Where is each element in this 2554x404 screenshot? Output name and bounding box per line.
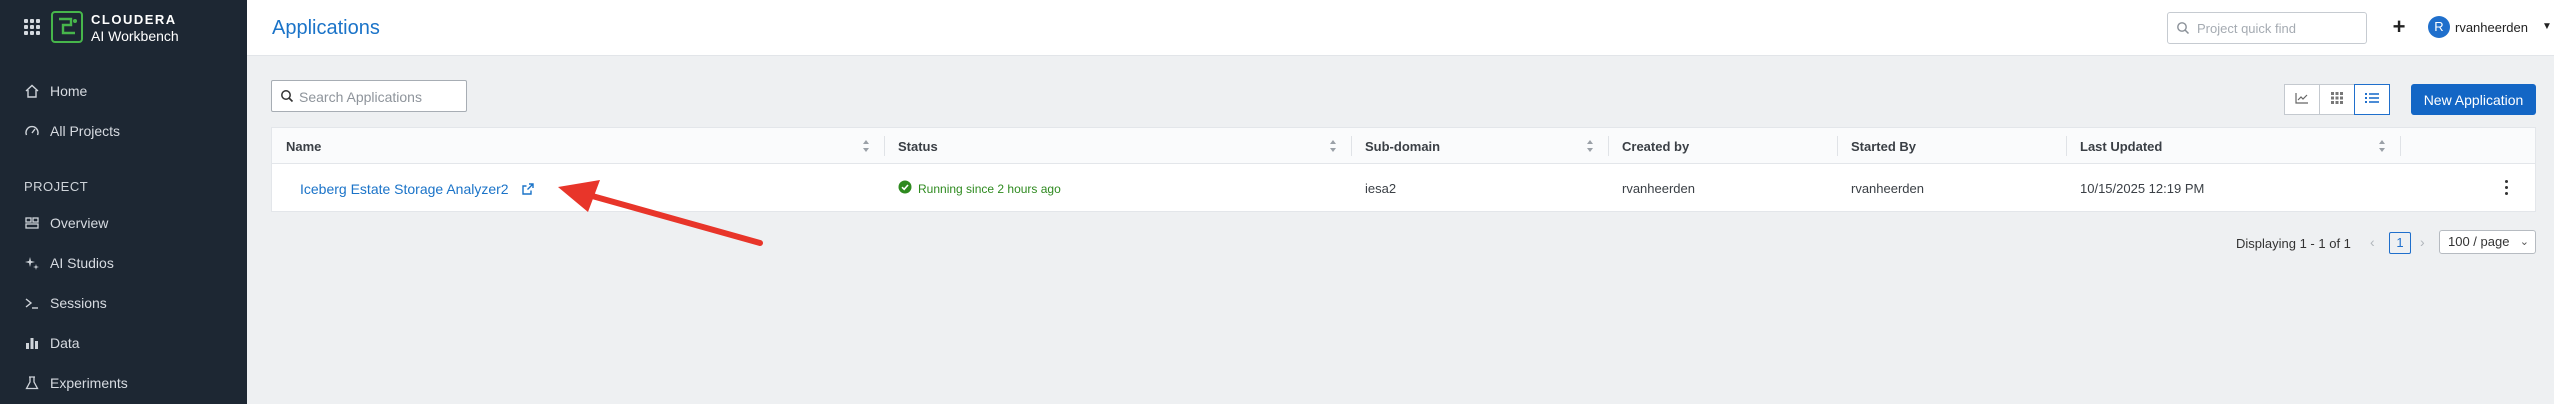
search-applications-placeholder: Search Applications xyxy=(299,89,422,105)
avatar[interactable]: R xyxy=(2428,16,2450,38)
sidebar-item-label: All Projects xyxy=(50,123,121,139)
cell-name: Iceberg Estate Storage Analyzer2 xyxy=(286,164,884,213)
search-applications-input[interactable]: Search Applications xyxy=(271,80,467,112)
cell-status: Running since 2 hours ago xyxy=(884,164,1351,213)
grid-icon xyxy=(2331,91,2343,109)
sidebar-item-ai-studios[interactable]: AI Studios xyxy=(24,253,114,273)
column-header-created-by: Created by xyxy=(1608,128,1837,164)
next-page-icon[interactable]: › xyxy=(2420,234,2425,250)
terminal-icon xyxy=(24,295,40,311)
sidebar-item-label: Home xyxy=(50,83,88,99)
sidebar: CLOUDERA AI Workbench Home All Projects … xyxy=(0,0,247,404)
page-title: Applications xyxy=(272,17,380,39)
line-chart-icon xyxy=(2295,91,2309,109)
page-size-select[interactable]: 100 / page ⌄ xyxy=(2439,230,2536,254)
create-new-button[interactable]: + xyxy=(2387,14,2411,40)
column-label: Name xyxy=(286,138,322,154)
sort-icon xyxy=(1587,140,1593,152)
sort-icon xyxy=(2379,140,2385,152)
sidebar-item-all-projects[interactable]: All Projects xyxy=(24,121,120,141)
sidebar-item-label: AI Studios xyxy=(50,255,114,271)
row-actions-kebab-icon[interactable] xyxy=(2505,180,2509,195)
column-header-name[interactable]: Name xyxy=(272,128,884,164)
project-quick-find-input[interactable]: Project quick find xyxy=(2167,12,2367,44)
column-label: Created by xyxy=(1622,138,1690,154)
chart-view-button[interactable] xyxy=(2284,84,2320,115)
check-circle-icon xyxy=(898,180,912,197)
column-label: Sub-domain xyxy=(1365,138,1441,154)
home-icon xyxy=(24,83,40,99)
page-number-button[interactable]: 1 xyxy=(2389,232,2411,254)
search-icon xyxy=(2176,21,2190,40)
list-view-button[interactable] xyxy=(2354,84,2390,115)
pagination-summary: Displaying 1 - 1 of 1 xyxy=(2236,236,2351,251)
table-header: Name Status Sub-domain Created by Starte… xyxy=(272,128,2535,164)
cell-last-updated: 10/15/2025 12:19 PM xyxy=(2080,181,2205,196)
gauge-icon xyxy=(24,123,40,139)
section-label-project: PROJECT xyxy=(24,179,89,194)
column-header-started-by: Started By xyxy=(1837,128,2066,164)
username-menu[interactable]: rvanheerden xyxy=(2455,20,2528,35)
sidebar-item-label: Overview xyxy=(50,215,109,231)
table-row: Iceberg Estate Storage Analyzer2 Running… xyxy=(272,164,2535,213)
column-header-last-updated[interactable]: Last Updated xyxy=(2066,128,2400,164)
list-icon xyxy=(2365,91,2379,109)
previous-page-icon[interactable]: ‹ xyxy=(2370,234,2375,250)
column-label: Last Updated xyxy=(2080,138,2163,154)
sidebar-item-data[interactable]: Data xyxy=(24,333,80,353)
sidebar-item-label: Experiments xyxy=(50,375,128,391)
column-header-status[interactable]: Status xyxy=(884,128,1351,164)
status-badge: Running since 2 hours ago xyxy=(898,180,1061,197)
top-header: Applications Project quick find + R rvan… xyxy=(247,0,2554,56)
sort-icon xyxy=(863,140,869,152)
flask-icon xyxy=(24,375,40,391)
sidebar-item-overview[interactable]: Overview xyxy=(24,213,108,233)
applications-table: Name Status Sub-domain Created by Starte… xyxy=(271,127,2536,212)
sidebar-item-label: Data xyxy=(50,335,80,351)
page-size-value: 100 / page xyxy=(2448,234,2510,249)
bar-chart-icon xyxy=(24,335,40,351)
column-label: Status xyxy=(898,138,938,154)
sidebar-item-label: Sessions xyxy=(50,295,107,311)
search-icon xyxy=(280,89,294,108)
cloudera-logo[interactable] xyxy=(51,11,83,43)
view-toggle-group xyxy=(2284,84,2390,115)
column-label: Started By xyxy=(1851,138,1917,154)
overview-icon xyxy=(24,215,40,231)
caret-down-icon[interactable]: ▼ xyxy=(2542,21,2552,32)
external-link-icon[interactable] xyxy=(521,182,535,196)
application-link[interactable]: Iceberg Estate Storage Analyzer2 xyxy=(300,181,509,197)
grid-view-button[interactable] xyxy=(2319,84,2355,115)
brand-product: AI Workbench xyxy=(91,28,179,44)
sidebar-item-sessions[interactable]: Sessions xyxy=(24,293,107,313)
app-launcher-icon[interactable] xyxy=(24,19,40,35)
status-text: Running since 2 hours ago xyxy=(918,181,1061,196)
sort-icon xyxy=(1330,140,1336,152)
cell-started-by: rvanheerden xyxy=(1851,181,1924,196)
sparkle-icon xyxy=(24,255,40,271)
sidebar-item-home[interactable]: Home xyxy=(24,81,87,101)
cell-subdomain: iesa2 xyxy=(1365,181,1397,196)
sidebar-item-experiments[interactable]: Experiments xyxy=(24,373,128,393)
quick-find-placeholder: Project quick find xyxy=(2197,21,2296,36)
column-divider xyxy=(2400,136,2401,156)
cell-created-by: rvanheerden xyxy=(1622,181,1695,196)
chevron-down-icon: ⌄ xyxy=(2519,236,2529,248)
new-application-button[interactable]: New Application xyxy=(2411,84,2536,115)
brand-name: CLOUDERA xyxy=(91,12,177,27)
column-header-subdomain[interactable]: Sub-domain xyxy=(1351,128,1608,164)
